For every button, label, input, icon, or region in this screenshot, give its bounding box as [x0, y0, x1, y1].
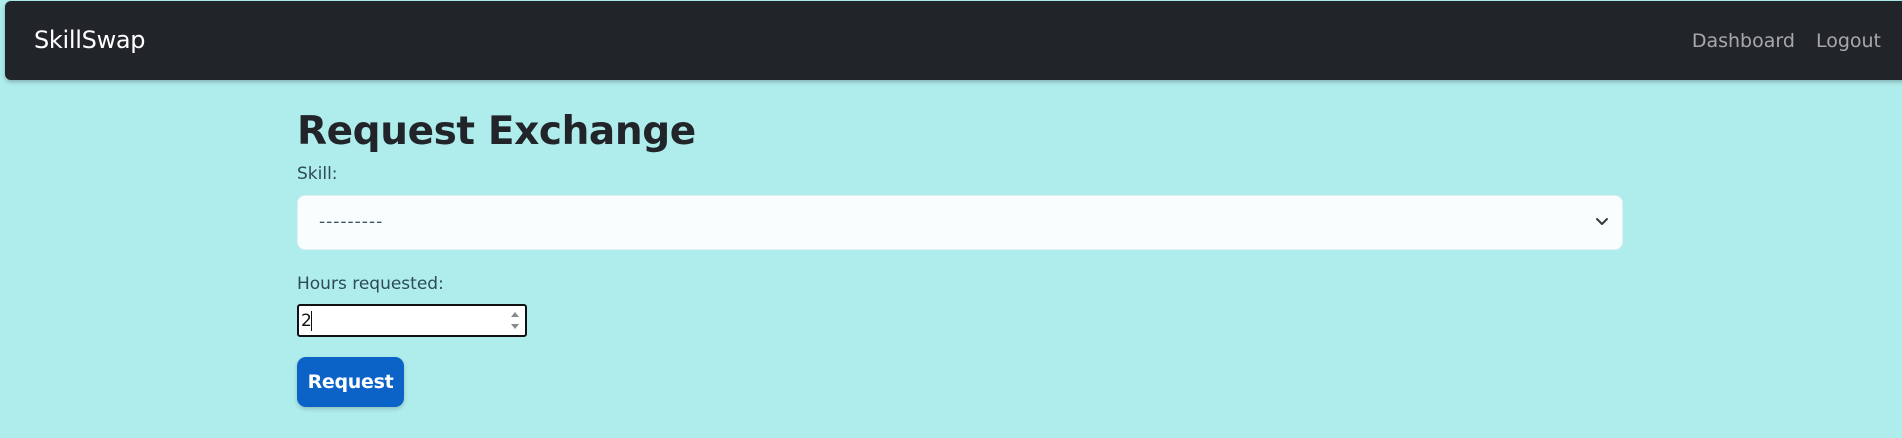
- request-form: Skill: --------- Hours requested: 2 Requ…: [297, 164, 1623, 407]
- spinner-arrows-icon[interactable]: [508, 308, 522, 333]
- brand-link[interactable]: SkillSwap: [34, 26, 146, 54]
- request-button[interactable]: Request: [297, 357, 404, 407]
- nav-link-dashboard[interactable]: Dashboard: [1692, 30, 1795, 52]
- page-title: Request Exchange: [297, 109, 696, 154]
- text-caret: [311, 311, 312, 331]
- nav-links: Dashboard Logout: [1692, 30, 1881, 52]
- nav-link-logout[interactable]: Logout: [1816, 30, 1881, 52]
- skill-select[interactable]: ---------: [297, 195, 1623, 250]
- main-content: Request Exchange Skill: --------- Hours …: [297, 108, 1623, 407]
- skill-label: Skill:: [297, 164, 338, 184]
- navbar: SkillSwap Dashboard Logout: [5, 1, 1902, 80]
- hours-input[interactable]: 2: [297, 304, 527, 337]
- chevron-down-icon: [1596, 218, 1608, 225]
- hours-label: Hours requested:: [297, 274, 444, 294]
- skill-select-value: ---------: [319, 212, 384, 232]
